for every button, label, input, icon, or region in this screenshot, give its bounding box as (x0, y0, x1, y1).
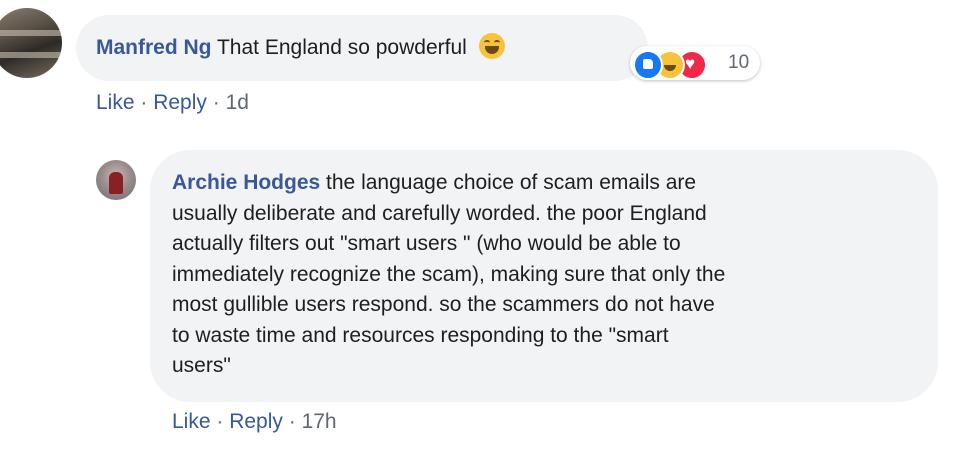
reply-author-avatar[interactable] (96, 160, 136, 200)
reply-author[interactable]: Archie Hodges (172, 171, 320, 194)
reply-line: users" (172, 354, 231, 377)
reply-line: most gullible users respond. so the scam… (172, 293, 715, 316)
like-link[interactable]: Like (96, 91, 135, 114)
comment-actions: Like · Reply · 1d (96, 91, 249, 114)
like-reaction-icon (633, 50, 663, 80)
reply-line: the language choice of scam emails are (326, 171, 697, 194)
reply-link[interactable]: Reply (153, 91, 207, 114)
reply-timestamp[interactable]: 17h (302, 410, 337, 433)
reply-body: Archie Hodges the language choice of sca… (172, 168, 912, 382)
comment-timestamp[interactable]: 1d (226, 91, 249, 114)
reaction-count: 10 (728, 52, 750, 73)
comment-author[interactable]: Manfred Ng (96, 36, 212, 59)
reply-line: to waste time and resources responding t… (172, 323, 669, 347)
laughing-emoji-icon (478, 33, 505, 60)
reply-actions: Like · Reply · 17h (172, 410, 337, 433)
reply-link[interactable]: Reply (229, 410, 283, 433)
reply-line: actually filters out "smart users " (who… (172, 232, 681, 255)
commenter-avatar[interactable] (0, 8, 62, 78)
comment-body: Manfred Ng That England so powderful (96, 33, 505, 62)
reply-line: usually deliberate and carefully worded.… (172, 201, 707, 225)
reactions-summary[interactable]: 10 (630, 46, 760, 80)
reply-line: immediately recognize the scam), making … (172, 262, 726, 286)
comment-text: That England so powderful (216, 36, 467, 59)
like-link[interactable]: Like (172, 410, 211, 433)
